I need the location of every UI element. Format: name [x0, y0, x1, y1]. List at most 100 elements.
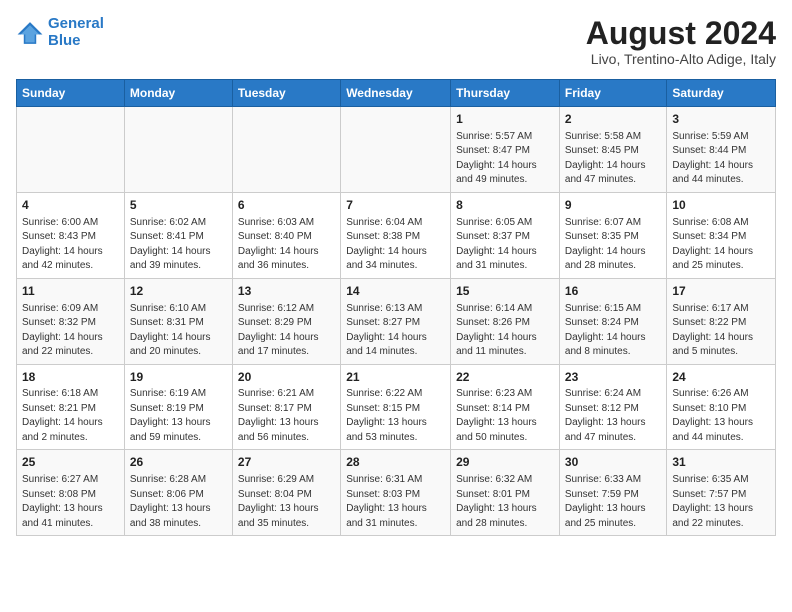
day-number: 18 — [22, 369, 119, 386]
day-info: Sunrise: 6:24 AMSunset: 8:12 PMDaylight:… — [565, 387, 661, 445]
day-number: 21 — [346, 369, 445, 386]
calendar-cell — [341, 107, 451, 193]
day-number: 14 — [346, 283, 445, 300]
day-number: 1 — [456, 111, 554, 128]
title-block: August 2024 Livo, Trentino-Alto Adige, I… — [586, 16, 776, 67]
calendar-cell: 20Sunrise: 6:21 AMSunset: 8:17 PMDayligh… — [232, 364, 340, 450]
day-number: 8 — [456, 197, 554, 214]
calendar-cell: 26Sunrise: 6:28 AMSunset: 8:06 PMDayligh… — [124, 450, 232, 536]
day-info: Sunrise: 6:22 AMSunset: 8:15 PMDaylight:… — [346, 387, 445, 445]
day-info: Sunrise: 6:31 AMSunset: 8:03 PMDaylight:… — [346, 473, 445, 531]
page-subtitle: Livo, Trentino-Alto Adige, Italy — [586, 51, 776, 67]
day-number: 12 — [130, 283, 227, 300]
calendar-cell: 25 Sunrise: 6:27 AMSunset: 8:08 PMDayligh… — [17, 450, 125, 536]
day-info: Sunrise: 6:17 AMSunset: 8:22 PMDaylight:… — [672, 302, 770, 360]
day-number: 4 — [22, 197, 119, 214]
calendar-header-tuesday: Tuesday — [232, 80, 340, 107]
calendar-cell: 4 Sunrise: 6:00 AMSunset: 8:43 PMDaylight… — [17, 192, 125, 278]
day-info: Sunrise: 6:07 AMSunset: 8:35 PMDaylight:… — [565, 216, 661, 274]
calendar-cell — [124, 107, 232, 193]
calendar-cell: 14 Sunrise: 6:13 AMSunset: 8:27 PMDayligh… — [341, 278, 451, 364]
calendar-cell: 8 Sunrise: 6:05 AMSunset: 8:37 PMDaylight… — [451, 192, 560, 278]
day-info: Sunrise: 6:09 AMSunset: 8:32 PMDaylight:… — [22, 302, 119, 360]
day-info: Sunrise: 6:15 AMSunset: 8:24 PMDaylight:… — [565, 302, 661, 360]
day-number: 2 — [565, 111, 661, 128]
calendar-cell: 15Sunrise: 6:14 AMSunset: 8:26 PMDayligh… — [451, 278, 560, 364]
logo: General Blue — [16, 16, 104, 49]
day-info: Sunrise: 5:57 AMSunset: 8:47 PMDaylight:… — [456, 130, 554, 188]
calendar-cell: 22Sunrise: 6:23 AMSunset: 8:14 PMDayligh… — [451, 364, 560, 450]
day-number: 24 — [672, 369, 770, 386]
day-number: 20 — [238, 369, 335, 386]
calendar-cell: 18Sunrise: 6:18 AMSunset: 8:21 PMDayligh… — [17, 364, 125, 450]
day-info: Sunrise: 6:05 AMSunset: 8:37 PMDaylight:… — [456, 216, 554, 274]
calendar-week-row: 1 Sunrise: 5:57 AMSunset: 8:47 PMDaylight… — [17, 107, 776, 193]
day-info: Sunrise: 6:32 AMSunset: 8:01 PMDaylight:… — [456, 473, 554, 531]
calendar-cell: 7 Sunrise: 6:04 AMSunset: 8:38 PMDaylight… — [341, 192, 451, 278]
calendar-cell: 1 Sunrise: 5:57 AMSunset: 8:47 PMDaylight… — [451, 107, 560, 193]
day-number: 5 — [130, 197, 227, 214]
day-info: Sunrise: 5:58 AMSunset: 8:45 PMDaylight:… — [565, 130, 661, 188]
logo-icon — [16, 19, 44, 47]
calendar-cell: 23Sunrise: 6:24 AMSunset: 8:12 PMDayligh… — [559, 364, 666, 450]
day-number: 28 — [346, 454, 445, 471]
calendar-table: SundayMondayTuesdayWednesdayThursdayFrid… — [16, 79, 776, 536]
calendar-cell: 11Sunrise: 6:09 AMSunset: 8:32 PMDayligh… — [17, 278, 125, 364]
calendar-week-row: 11Sunrise: 6:09 AMSunset: 8:32 PMDayligh… — [17, 278, 776, 364]
calendar-cell: 13 Sunrise: 6:12 AMSunset: 8:29 PMDayligh… — [232, 278, 340, 364]
day-number: 31 — [672, 454, 770, 471]
day-number: 23 — [565, 369, 661, 386]
calendar-cell: 24Sunrise: 6:26 AMSunset: 8:10 PMDayligh… — [667, 364, 776, 450]
calendar-header-wednesday: Wednesday — [341, 80, 451, 107]
calendar-cell: 30Sunrise: 6:33 AMSunset: 7:59 PMDayligh… — [559, 450, 666, 536]
day-info: Sunrise: 6:02 AMSunset: 8:41 PMDaylight:… — [130, 216, 227, 274]
day-info: Sunrise: 6:21 AMSunset: 8:17 PMDaylight:… — [238, 387, 335, 445]
calendar-header-saturday: Saturday — [667, 80, 776, 107]
calendar-header-sunday: Sunday — [17, 80, 125, 107]
calendar-cell: 9 Sunrise: 6:07 AMSunset: 8:35 PMDaylight… — [559, 192, 666, 278]
day-number: 26 — [130, 454, 227, 471]
day-number: 25 — [22, 454, 119, 471]
day-number: 9 — [565, 197, 661, 214]
calendar-cell: 5 Sunrise: 6:02 AMSunset: 8:41 PMDaylight… — [124, 192, 232, 278]
day-number: 27 — [238, 454, 335, 471]
day-info: Sunrise: 6:04 AMSunset: 8:38 PMDaylight:… — [346, 216, 445, 274]
day-number: 15 — [456, 283, 554, 300]
day-info: Sunrise: 6:26 AMSunset: 8:10 PMDaylight:… — [672, 387, 770, 445]
day-number: 13 — [238, 283, 335, 300]
calendar-week-row: 4 Sunrise: 6:00 AMSunset: 8:43 PMDaylight… — [17, 192, 776, 278]
day-info: Sunrise: 6:29 AMSunset: 8:04 PMDaylight:… — [238, 473, 335, 531]
calendar-cell: 21Sunrise: 6:22 AMSunset: 8:15 PMDayligh… — [341, 364, 451, 450]
calendar-cell: 10Sunrise: 6:08 AMSunset: 8:34 PMDayligh… — [667, 192, 776, 278]
day-info: Sunrise: 6:19 AMSunset: 8:19 PMDaylight:… — [130, 387, 227, 445]
calendar-header-row: SundayMondayTuesdayWednesdayThursdayFrid… — [17, 80, 776, 107]
day-info: Sunrise: 6:10 AMSunset: 8:31 PMDaylight:… — [130, 302, 227, 360]
day-info: Sunrise: 6:12 AMSunset: 8:29 PMDaylight:… — [238, 302, 335, 360]
calendar-cell: 6Sunrise: 6:03 AMSunset: 8:40 PMDaylight… — [232, 192, 340, 278]
calendar-cell — [232, 107, 340, 193]
day-info: Sunrise: 6:27 AMSunset: 8:08 PMDaylight:… — [22, 473, 119, 531]
day-info: Sunrise: 6:13 AMSunset: 8:27 PMDaylight:… — [346, 302, 445, 360]
day-number: 6 — [238, 197, 335, 214]
day-info: Sunrise: 6:18 AMSunset: 8:21 PMDaylight:… — [22, 387, 119, 445]
calendar-cell: 27 Sunrise: 6:29 AMSunset: 8:04 PMDayligh… — [232, 450, 340, 536]
day-number: 7 — [346, 197, 445, 214]
calendar-cell: 3 Sunrise: 5:59 AMSunset: 8:44 PMDaylight… — [667, 107, 776, 193]
day-info: Sunrise: 6:23 AMSunset: 8:14 PMDaylight:… — [456, 387, 554, 445]
day-number: 19 — [130, 369, 227, 386]
calendar-cell: 12 Sunrise: 6:10 AMSunset: 8:31 PMDayligh… — [124, 278, 232, 364]
calendar-header-friday: Friday — [559, 80, 666, 107]
day-info: Sunrise: 6:00 AMSunset: 8:43 PMDaylight:… — [22, 216, 119, 274]
calendar-cell: 2 Sunrise: 5:58 AMSunset: 8:45 PMDaylight… — [559, 107, 666, 193]
day-number: 30 — [565, 454, 661, 471]
calendar-cell: 28 Sunrise: 6:31 AMSunset: 8:03 PMDayligh… — [341, 450, 451, 536]
day-info: Sunrise: 5:59 AMSunset: 8:44 PMDaylight:… — [672, 130, 770, 188]
day-number: 17 — [672, 283, 770, 300]
calendar-week-row: 25 Sunrise: 6:27 AMSunset: 8:08 PMDayligh… — [17, 450, 776, 536]
calendar-cell: 29Sunrise: 6:32 AMSunset: 8:01 PMDayligh… — [451, 450, 560, 536]
calendar-cell: 17 Sunrise: 6:17 AMSunset: 8:22 PMDayligh… — [667, 278, 776, 364]
calendar-header-thursday: Thursday — [451, 80, 560, 107]
day-number: 16 — [565, 283, 661, 300]
calendar-cell: 31Sunrise: 6:35 AMSunset: 7:57 PMDayligh… — [667, 450, 776, 536]
day-number: 3 — [672, 111, 770, 128]
